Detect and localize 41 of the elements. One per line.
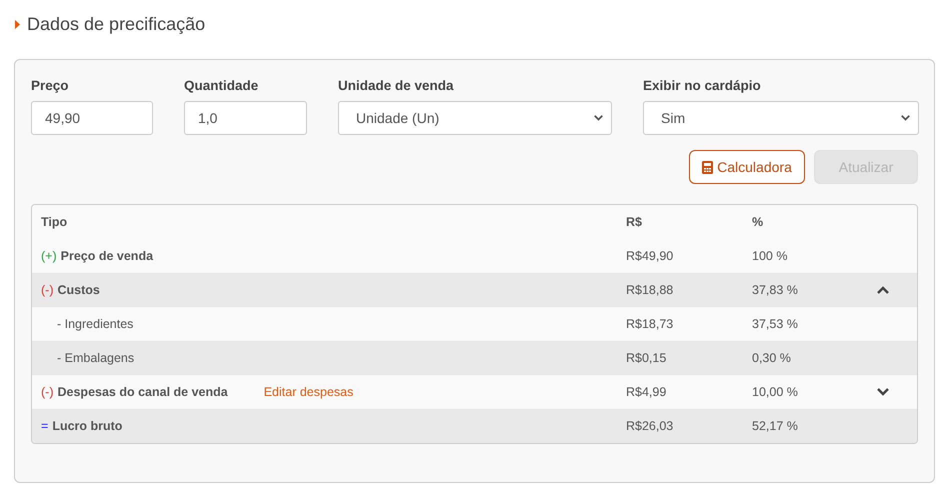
column-header: Tipo — [41, 215, 68, 229]
table-cell-text: 52,17 % — [752, 419, 799, 433]
table-cell-text: R$18,73 — [626, 317, 674, 331]
chevron-up-icon[interactable] — [877, 286, 889, 294]
table-cell-text: R$26,03 — [626, 419, 674, 433]
dropdown[interactable]: Unidade (Un) — [338, 101, 612, 135]
table-cell: Despesas do canal de venda — [58, 385, 228, 399]
table-cell: Custos — [58, 283, 100, 297]
chevron-down-icon[interactable] — [594, 115, 603, 121]
caret-right-icon — [15, 20, 20, 28]
sign-label: (+) — [41, 249, 57, 263]
table-cell: Lucro bruto — [52, 419, 122, 433]
field-label: Unidade de venda — [338, 78, 455, 93]
table-cell-text: - Ingredientes — [56, 317, 134, 331]
table-cell: Preço de venda — [60, 249, 154, 263]
chevron-down-icon[interactable] — [877, 388, 889, 396]
sign-label: (-) — [41, 283, 54, 297]
table-cell-text: R$4,99 — [626, 385, 668, 399]
field-label: Quantidade — [184, 78, 260, 93]
field-label: Preço — [31, 78, 70, 93]
field-label: Exibir no cardápio — [643, 78, 762, 93]
dropdown[interactable]: Sim — [643, 101, 919, 135]
table-cell-text: 100 % — [752, 249, 788, 263]
table-cell-text: 37,83 % — [752, 283, 799, 297]
table-cell-text: 37,53 % — [752, 317, 799, 331]
calculator-button[interactable]: Calculadora — [689, 150, 805, 184]
column-header: R$ — [626, 215, 643, 229]
table-cell-text: R$18,88 — [626, 283, 674, 297]
sign-label: (-) — [41, 385, 54, 399]
section-title: Dados de precificação — [27, 14, 206, 34]
column-header: % — [752, 215, 764, 229]
table-cell-text: 0,30 % — [752, 351, 792, 365]
calculator-icon — [702, 160, 714, 174]
table-cell-text: R$0,15 — [626, 351, 668, 365]
table-cell-text: - Embalagens — [56, 351, 136, 365]
input-field[interactable]: 49,90 — [31, 101, 153, 135]
chevron-down-icon[interactable] — [901, 115, 910, 121]
sign-label: = — [41, 419, 48, 433]
input-field[interactable]: 1,0 — [184, 101, 307, 135]
table-cell-text: R$49,90 — [626, 249, 674, 263]
table-cell-text: 10,00 % — [752, 385, 799, 399]
